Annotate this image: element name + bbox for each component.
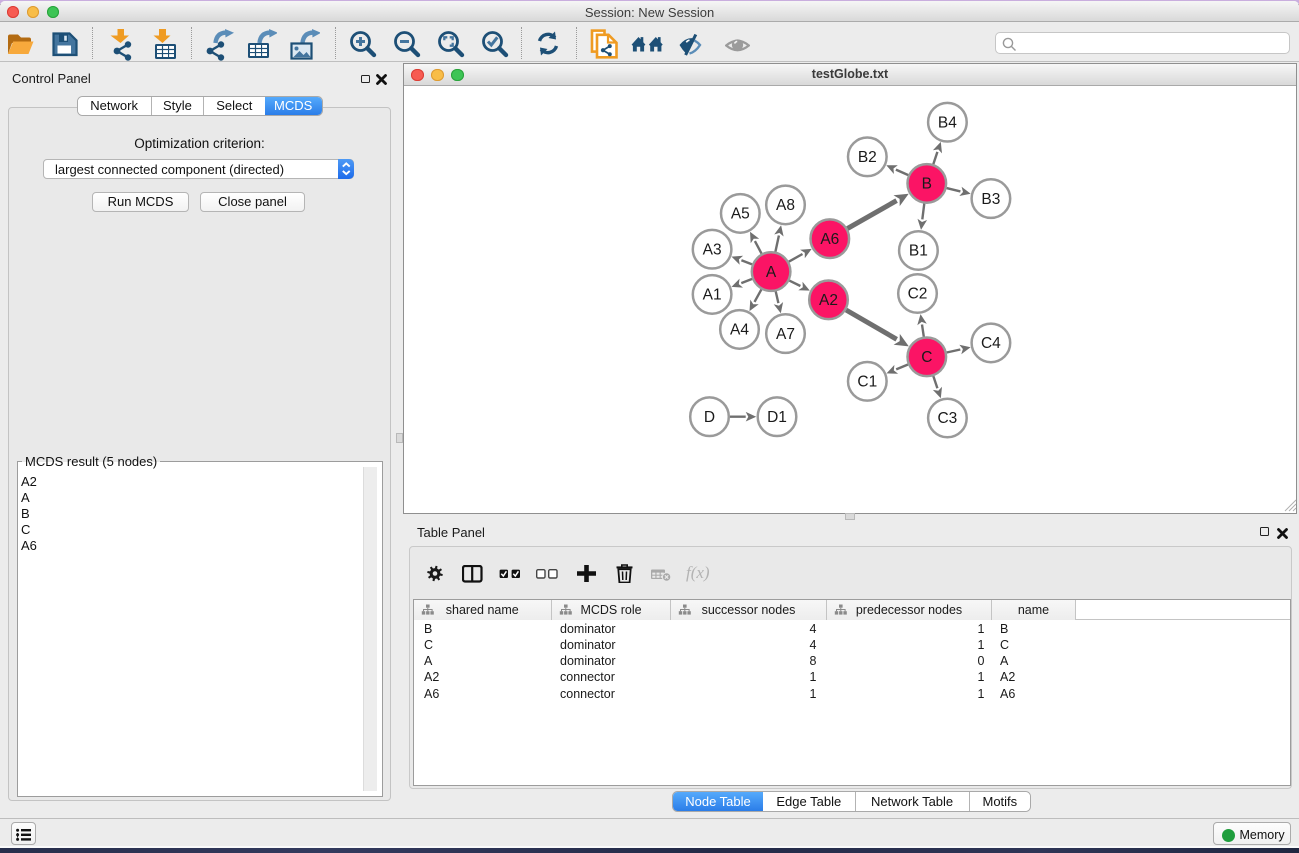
svg-text:A5: A5 xyxy=(731,206,750,223)
svg-text:C: C xyxy=(921,349,932,366)
svg-text:D: D xyxy=(704,409,715,426)
svg-text:A: A xyxy=(766,264,777,281)
svg-text:C2: C2 xyxy=(908,286,928,303)
svg-text:A2: A2 xyxy=(819,292,838,309)
svg-text:B1: B1 xyxy=(909,243,928,260)
svg-text:C3: C3 xyxy=(937,410,957,427)
svg-text:A7: A7 xyxy=(776,326,795,343)
svg-text:B4: B4 xyxy=(938,114,957,131)
svg-text:D1: D1 xyxy=(767,409,787,426)
svg-text:C1: C1 xyxy=(857,374,877,391)
svg-text:A4: A4 xyxy=(730,322,749,339)
svg-text:A6: A6 xyxy=(820,231,839,248)
svg-text:B3: B3 xyxy=(981,191,1000,208)
svg-text:B: B xyxy=(922,176,932,193)
svg-text:A1: A1 xyxy=(703,287,722,304)
svg-text:C4: C4 xyxy=(981,335,1001,352)
svg-text:A3: A3 xyxy=(703,241,722,258)
svg-text:A8: A8 xyxy=(776,197,795,214)
svg-text:B2: B2 xyxy=(858,149,877,166)
